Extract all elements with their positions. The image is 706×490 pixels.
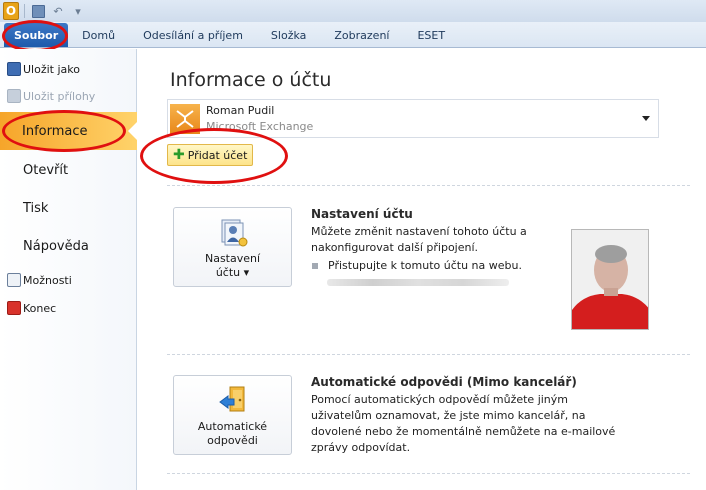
customize-toolbar-icon[interactable]: ▾ [70,3,86,19]
quick-access-toolbar: O ↶ ▾ [0,0,706,22]
tab-send-receive[interactable]: Odesílání a příjem [129,23,257,47]
user-photo [571,229,649,330]
account-selector[interactable]: Roman Pudil Microsoft Exchange [167,99,659,138]
info-panel: Informace o účtu Roman Pudil Microsoft E… [137,49,706,490]
automatic-replies-line1: Automatické [197,420,268,433]
ribbon-tabs: Soubor Domů Odesílání a příjem Složka Zo… [0,22,706,48]
exchange-account-icon [170,103,200,134]
account-name: Roman Pudil [206,103,275,117]
nav-open[interactable]: Otevřít [0,155,137,185]
account-settings-icon [221,219,248,247]
tab-file[interactable]: Soubor [4,23,69,47]
save-as-icon [7,62,21,76]
exit-icon [7,301,21,315]
divider [167,354,690,355]
save-icon[interactable] [30,3,46,19]
nav-info-label: Informace [22,123,88,139]
add-account-label: Přidat účet [187,148,248,162]
chevron-down-icon [642,116,650,121]
automatic-replies-title: Automatické odpovědi (Mimo kancelář) [311,375,577,389]
outlook-icon[interactable]: O [3,2,19,20]
web-access-text: Přistupujte k tomuto účtu na webu. [328,259,522,272]
divider [167,473,690,474]
web-access-bullet: Přistupujte k tomuto účtu na webu. [312,259,522,272]
tab-folder[interactable]: Složka [257,23,320,47]
nav-help-label: Nápověda [23,238,89,254]
account-type: Microsoft Exchange [206,119,314,133]
nav-save-attachments[interactable]: Uložit přílohy [0,85,137,107]
tab-home[interactable]: Domů [68,23,129,47]
automatic-replies-button[interactable]: Automatické odpovědi [173,375,292,455]
nav-save-as[interactable]: Uložit jako [0,58,137,80]
web-access-link[interactable] [327,279,509,286]
nav-exit-label: Konec [23,301,57,315]
nav-exit[interactable]: Konec [0,297,137,319]
account-settings-line2: účtu ▾ [215,266,250,279]
nav-save-as-label: Uložit jako [23,62,80,76]
tab-eset[interactable]: ESET [403,23,459,47]
nav-info[interactable]: Informace [0,112,138,150]
automatic-replies-text: Pomocí automatických odpovědí můžete jin… [311,393,616,454]
nav-print-label: Tisk [23,200,49,216]
toolbar-separator [24,4,25,18]
divider [167,185,690,186]
nav-help[interactable]: Nápověda [0,231,137,261]
nav-options-label: Možnosti [23,273,72,287]
nav-print[interactable]: Tisk [0,193,137,223]
save-attachments-icon [7,89,21,103]
add-account-button[interactable]: ✚ Přidat účet [167,144,253,166]
account-settings-line1: Nastavení [204,252,261,265]
nav-options[interactable]: Možnosti [0,269,137,291]
account-settings-text: Můžete změnit nastavení tohoto účtu a na… [311,225,527,254]
options-icon [7,273,21,287]
automatic-replies-icon [219,386,245,412]
nav-open-label: Otevřít [23,162,69,178]
page-title: Informace o účtu [170,69,332,91]
tab-view[interactable]: Zobrazení [320,23,403,47]
account-settings-title: Nastavení účtu [311,207,413,221]
automatic-replies-line2: odpovědi [207,434,258,447]
bullet-icon [312,262,318,269]
plus-icon: ✚ [173,147,185,163]
account-settings-button[interactable]: Nastavení účtu ▾ [173,207,292,287]
nav-save-attachments-label: Uložit přílohy [23,89,96,103]
backstage-nav: Uložit jako Uložit přílohy Informace Ote… [0,49,138,490]
undo-icon[interactable]: ↶ [50,3,66,19]
